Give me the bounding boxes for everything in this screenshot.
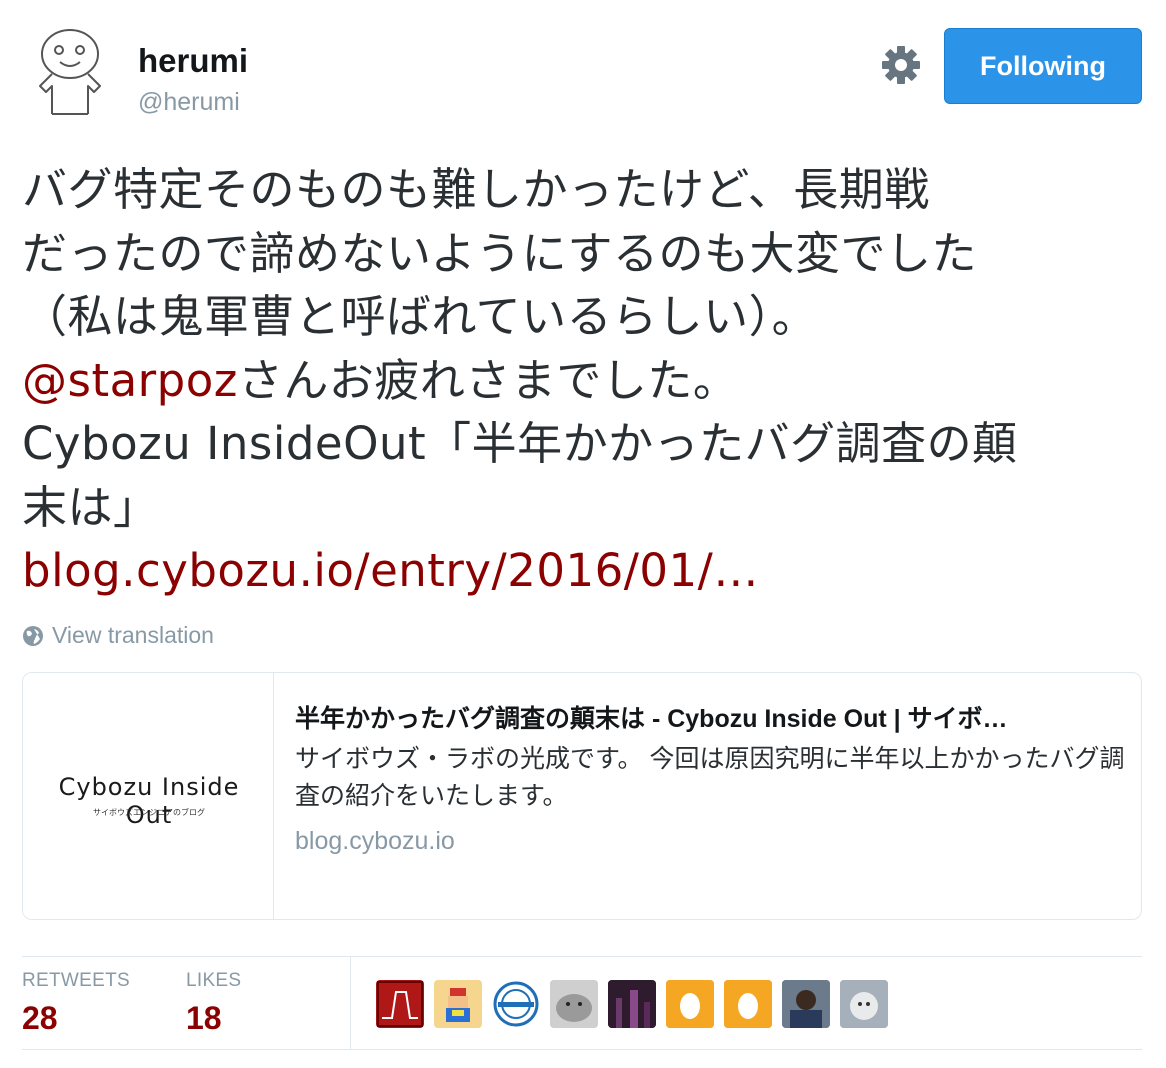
likes-label[interactable]: LIKES (186, 970, 241, 992)
tweet-line-mention: @starpozさんお疲れさまでした。 (22, 349, 1142, 413)
mention-link[interactable]: @starpoz (22, 354, 238, 407)
default-egg-avatar[interactable] (666, 980, 714, 1028)
stats-divider-bottom (22, 1049, 1142, 1050)
view-translation-label: View translation (52, 622, 214, 648)
card-image: Cybozu Inside Out サイボウズエンジニアのブログ (23, 673, 274, 919)
gear-icon[interactable] (880, 44, 922, 86)
pixel-character-avatar[interactable] (434, 980, 482, 1028)
default-egg-avatar[interactable] (724, 980, 772, 1028)
card-logo-subtitle: サイボウズエンジニアのブログ (93, 808, 205, 817)
tweet-text: バグ特定そのものも難しかったけど、長期戦 だったので諦めないようにするのも大変で… (22, 158, 1142, 603)
tweet-url-link[interactable]: blog.cybozu.io/entry/2016/01/… (22, 544, 759, 597)
person-photo-avatar[interactable] (782, 980, 830, 1028)
tweet-line: 末は」 (22, 480, 159, 534)
user-avatar[interactable] (22, 22, 118, 118)
tweet-line: （私は鬼軍曹と呼ばれているらしい）。 (22, 290, 818, 343)
stats-divider-vertical (350, 956, 351, 1049)
night-photo-avatar[interactable] (608, 980, 656, 1028)
tweet-line-link: blog.cybozu.io/entry/2016/01/… (22, 539, 1142, 603)
user-name[interactable]: herumi (138, 42, 248, 80)
hamster-photo-avatar[interactable] (550, 980, 598, 1028)
card-logo: Cybozu Inside Out (58, 773, 240, 829)
animal-photo-avatar[interactable] (840, 980, 888, 1028)
view-translation-link[interactable]: View translation (22, 622, 214, 649)
following-button[interactable]: Following (944, 28, 1142, 104)
card-domain: blog.cybozu.io (295, 827, 455, 855)
red-waveform-avatar[interactable] (376, 980, 424, 1028)
blue-emblem-avatar[interactable] (492, 980, 540, 1028)
link-card[interactable]: Cybozu Inside Out サイボウズエンジニアのブログ 半年かかったバ… (22, 672, 1142, 920)
card-description: サイボウズ・ラボの光成です。 今回は原因究明に半年以上かかったバグ調査の紹介をい… (295, 745, 1125, 810)
mention-trailing-text: さんお疲れさまでした。 (237, 353, 739, 407)
likes-count[interactable]: 18 (186, 1000, 222, 1037)
retweets-count[interactable]: 28 (22, 1000, 58, 1037)
card-title: 半年かかったバグ調査の顛末は - Cybozu Inside Out | サイボ… (295, 705, 1008, 733)
user-handle[interactable]: @herumi (138, 88, 240, 117)
globe-icon (23, 625, 43, 646)
stats-divider-top (22, 956, 1142, 957)
tweet-line: バグ特定そのものも難しかったけど、長期戦 (22, 163, 930, 216)
liker-avatars (376, 980, 888, 1028)
retweets-label[interactable]: RETWEETS (22, 970, 130, 992)
tweet-line: Cybozu InsideOut「半年かかったバグ調査の顛 (22, 417, 1018, 470)
tweet-line: だったので諦めないようにするのも大変でした (22, 226, 978, 280)
doodle-face-icon (22, 22, 118, 118)
